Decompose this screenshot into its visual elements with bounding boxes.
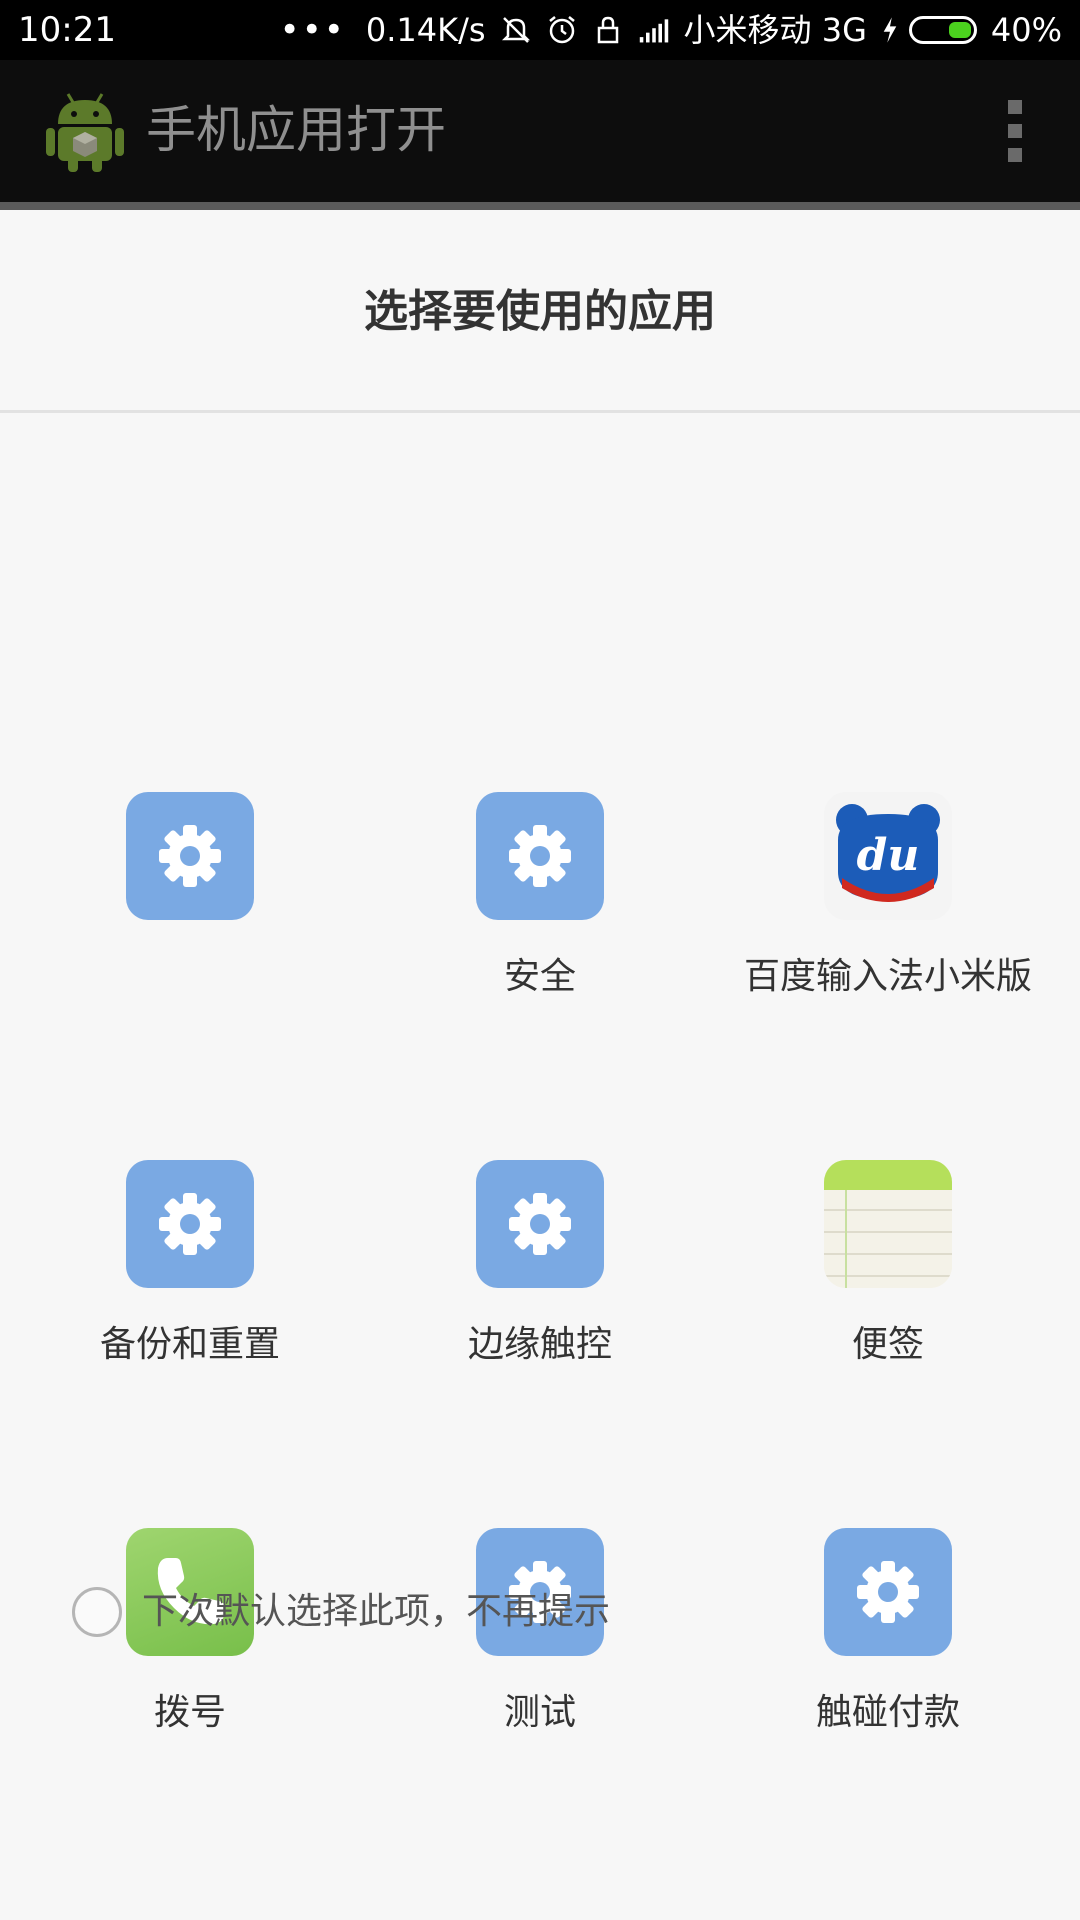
network-speed: 0.14K/s [365,11,486,49]
svg-text:du: du [857,830,920,881]
app-item-baidu-ime[interactable]: du 百度输入法小米版 [718,792,1058,1092]
notes-icon [824,1160,952,1288]
app-item-test[interactable]: 测试 [370,1528,710,1828]
action-bar: 手机应用打开 [0,60,1080,202]
app-label: 备份和重置 [99,1324,280,1365]
settings-gear-icon [824,1528,952,1656]
settings-gear-icon [126,792,254,920]
default-choice-label: 下次默认选择此项，不再提示 [142,1591,611,1632]
dialog-divider [0,410,1080,413]
battery-icon [908,16,977,44]
mute-icon [501,17,530,43]
app-item-notes[interactable]: 便签 [718,1160,1058,1460]
app-item-tap-to-pay[interactable]: 触碰付款 [718,1528,1058,1828]
app-chooser-dialog: 选择要使用的应用 安全 du 百度输入法小米版 备份和重置 边缘触控 便签 拨号… [0,210,1080,1920]
settings-gear-icon [476,1160,604,1288]
app-item-backup-reset[interactable]: 备份和重置 [20,1160,360,1460]
signal-icon [639,19,668,43]
app-label: 便签 [851,1324,924,1365]
action-bar-divider [0,202,1080,210]
app-label: 边缘触控 [467,1324,612,1365]
app-label: 测试 [503,1692,576,1733]
app-item-security[interactable]: 安全 [370,792,710,1092]
default-choice-row[interactable]: 下次默认选择此项，不再提示 [72,1584,610,1640]
android-icon [46,93,124,172]
baidu-du-icon: du [824,792,952,920]
settings-gear-icon [126,1160,254,1288]
dialog-title: 选择要使用的应用 [364,286,716,337]
overflow-menu-icon[interactable] [1006,100,1024,162]
app-item-dialer[interactable]: 拨号 [20,1528,360,1828]
carrier-label: 小米移动 3G [683,11,867,49]
alarm-icon [548,16,575,44]
app-item-edge-touch[interactable]: 边缘触控 [370,1160,710,1460]
lock-icon [597,16,618,44]
status-time: 10:21 [18,10,116,50]
app-title: 手机应用打开 [146,101,446,159]
status-right-group: ••• 0.14K/s 小米移动 3G 40% [280,8,1062,52]
more-notifications-indicator: ••• [279,10,346,50]
app-label: 安全 [503,956,576,997]
status-bar: 10:21 ••• 0.14K/s 小米移动 3G 40% [0,0,1080,60]
app-label: 拨号 [153,1692,226,1733]
charging-icon [883,17,897,43]
settings-gear-icon [476,792,604,920]
battery-percent: 40% [990,11,1062,49]
battery-fill [948,22,971,38]
app-label: 百度输入法小米版 [743,956,1032,997]
screen: 10:21 ••• 0.14K/s 小米移动 3G 40% 手机应用打开 选择要… [0,0,1080,1920]
app-item-settings[interactable] [20,792,360,1092]
default-choice-checkbox[interactable] [72,1587,122,1637]
app-label: 触碰付款 [815,1692,960,1733]
